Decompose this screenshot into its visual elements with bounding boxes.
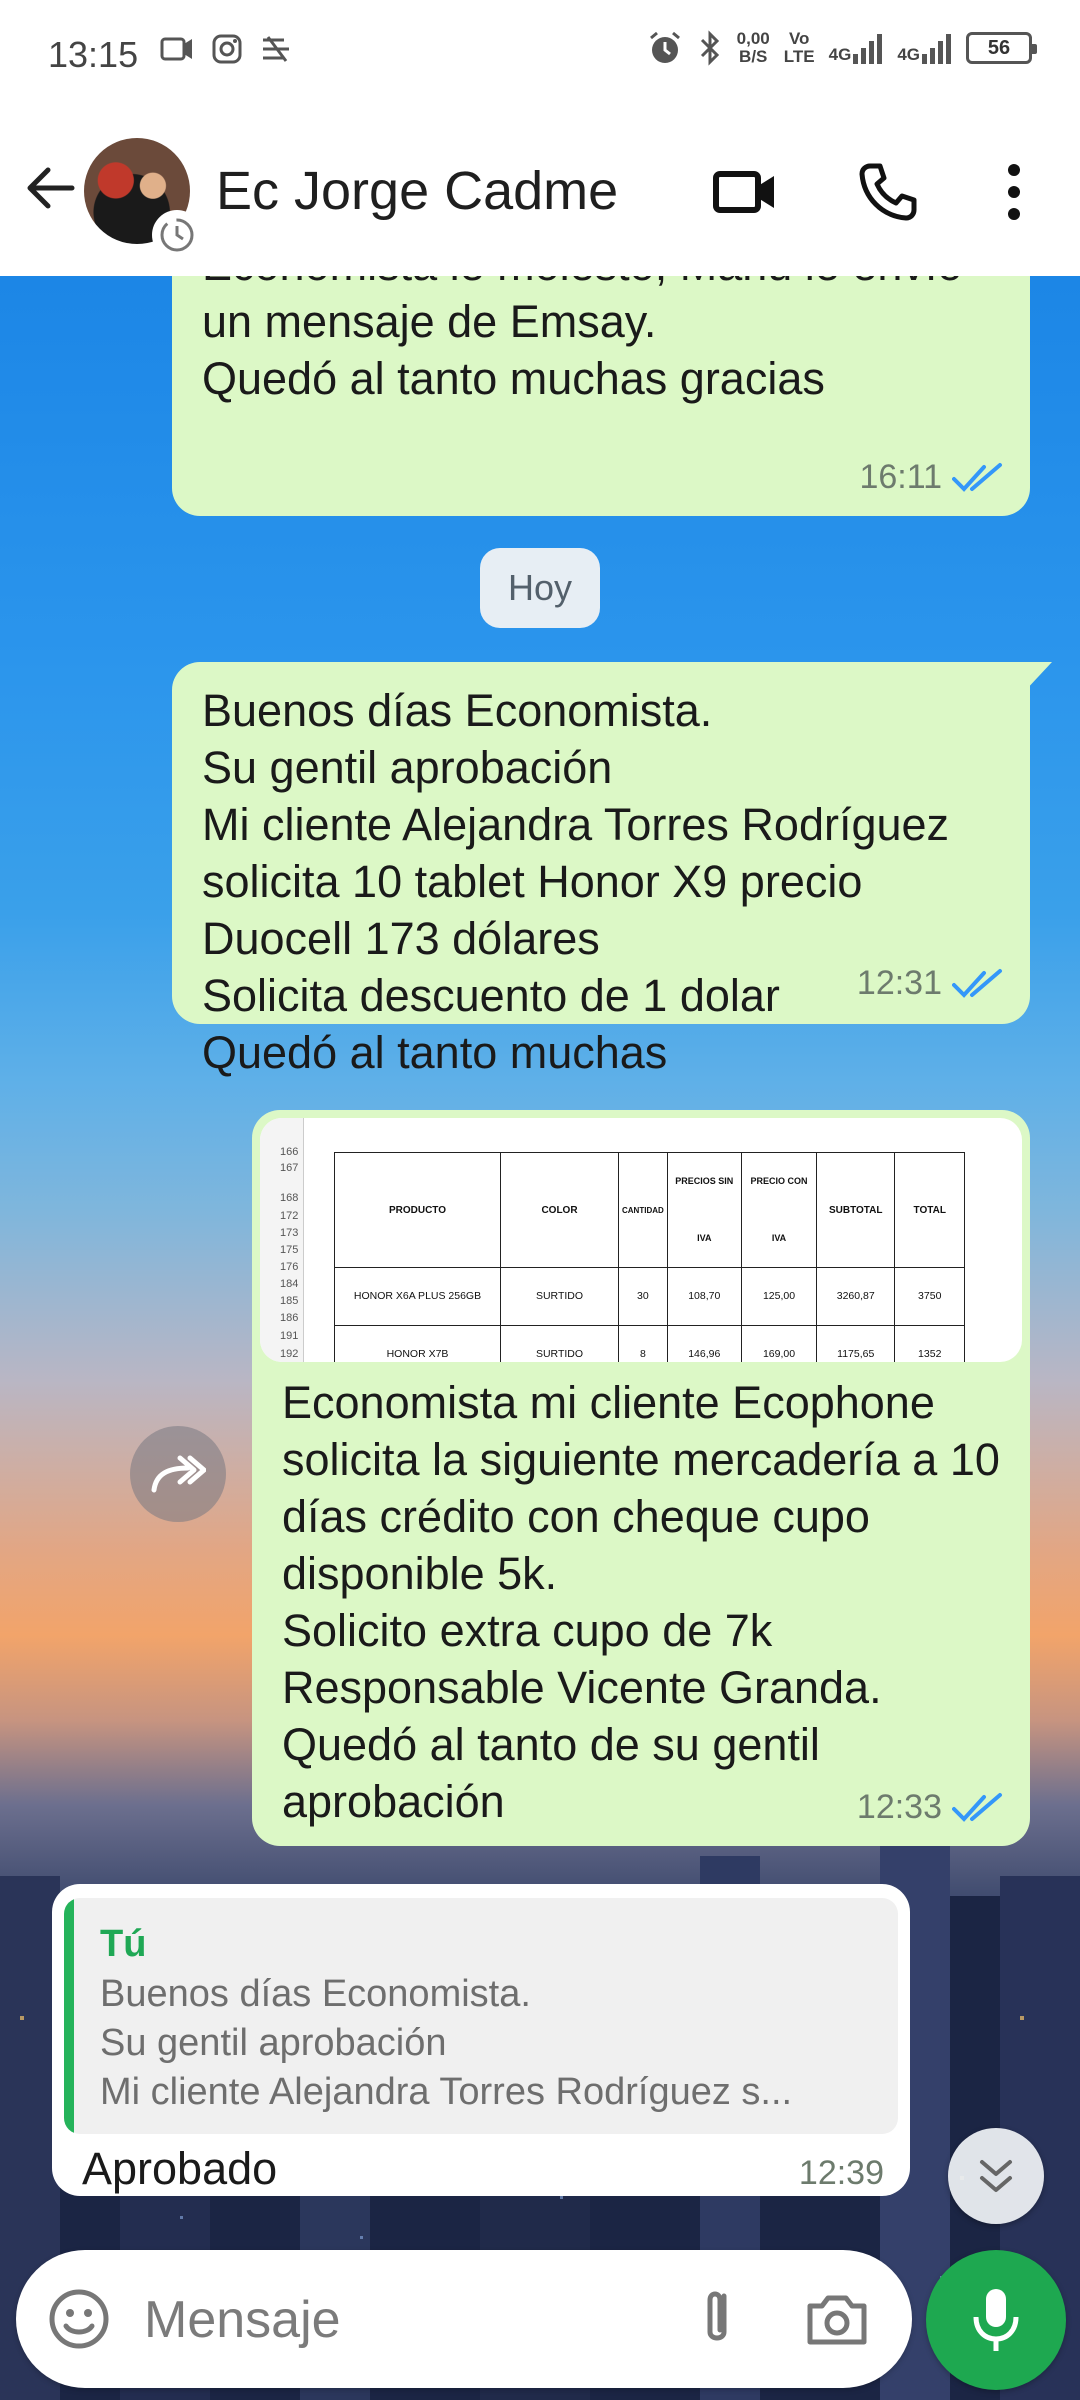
table-cell: 169,00 — [740, 1325, 818, 1362]
column-header: PRODUCTO — [334, 1152, 501, 1268]
battery-icon: 56 — [966, 32, 1037, 64]
notification-app-icon — [160, 37, 192, 61]
table-cell: 8 — [618, 1325, 668, 1362]
incoming-reply-message[interactable]: Tú Buenos días Economista. Su gentil apr… — [52, 1884, 910, 2196]
table-cell: 30 — [618, 1267, 668, 1326]
table-cell: 1175,65 — [816, 1325, 896, 1362]
signal-bars-icon — [853, 34, 883, 64]
quote-text: Buenos días Economista. Su gentil aproba… — [100, 1970, 792, 2117]
signal-1-label: 4G — [828, 45, 852, 64]
table-row: HONOR X6A PLUS 256GB SURTIDO 30 108,70 125,0… — [334, 1267, 966, 1326]
disappearing-timer-icon — [152, 210, 202, 260]
signal-bars-icon — [922, 34, 951, 64]
bluetooth-icon — [700, 30, 719, 66]
message-text: Economista le molestó, Manu le envío un … — [202, 276, 962, 404]
read-receipt-icon — [952, 462, 1002, 492]
table-cell: 146,96 — [666, 1325, 742, 1362]
microphone-icon — [973, 2289, 1019, 2351]
back-arrow-icon[interactable] — [22, 160, 78, 216]
message-meta: 12:31 — [857, 955, 1004, 1012]
table-cell: 3260,87 — [816, 1267, 896, 1326]
table-body: HONOR X6A PLUS 256GB SURTIDO 30 108,70 125,0… — [334, 1267, 966, 1362]
table-cell: HONOR X7B — [334, 1325, 501, 1362]
signal-2-label: 4G — [897, 45, 920, 64]
sync-off-icon — [263, 36, 289, 62]
table-cell: 3750 — [894, 1267, 966, 1326]
quoted-message[interactable]: Tú Buenos días Economista. Su gentil apr… — [64, 1898, 898, 2134]
spreadsheet-image[interactable]: 166 167 168 172 173 175 176 184 185 186 … — [260, 1118, 1022, 1362]
instagram-icon — [212, 34, 242, 64]
read-receipt-icon — [952, 968, 1002, 998]
message-meta: 12:33 — [857, 1779, 1004, 1836]
column-header: TOTAL — [894, 1152, 966, 1268]
outgoing-message[interactable]: Buenos días Economista. Su gentil aproba… — [172, 662, 1030, 1078]
column-header: PRECIOS SIN IVA — [666, 1152, 742, 1268]
signal-2: 4G — [897, 32, 952, 64]
emoji-icon[interactable] — [46, 2286, 112, 2352]
row-number: 192 — [280, 1348, 299, 1360]
table-header-row: PRODUCTO COLOR CANTIDAD PRECIOS SIN IVA … — [334, 1152, 966, 1268]
voice-call-icon[interactable] — [856, 160, 920, 224]
quote-line: Buenos días Economista. — [100, 1973, 531, 2015]
forward-button[interactable] — [130, 1426, 226, 1522]
quote-accent-bar — [64, 1898, 74, 2134]
status-bar: 13:15 0,00 B/S Vo LTE 4G 4G 56 — [0, 0, 1080, 110]
status-system-icons: 0,00 B/S Vo LTE 4G 4G 56 — [647, 30, 1037, 66]
column-header: CANTIDAD — [618, 1152, 668, 1268]
volte-indicator: Vo LTE — [784, 30, 815, 66]
column-header: SUBTOTAL — [816, 1152, 896, 1268]
message-time: 12:39 — [798, 2154, 884, 2192]
quote-line: Su gentil aprobación — [100, 2022, 447, 2064]
camera-icon[interactable] — [804, 2286, 870, 2352]
message-text: Aprobado — [82, 2143, 278, 2194]
quote-author: Tú — [100, 1923, 147, 1965]
network-speed-unit: B/S — [739, 47, 768, 66]
table-cell: SURTIDO — [500, 1267, 619, 1326]
volte-top: Vo — [788, 29, 810, 48]
table-cell: 1352 — [894, 1325, 966, 1362]
table-cell: HONOR X6A PLUS 256GB — [334, 1267, 501, 1326]
outgoing-image-message[interactable]: 166 167 168 172 173 175 176 184 185 186 … — [252, 1110, 1030, 1846]
table-row: HONOR X7B SURTIDO 8 146,96 169,00 1175,65 1352 — [334, 1325, 966, 1362]
message-input[interactable] — [144, 2290, 664, 2350]
spreadsheet: 166 167 168 172 173 175 176 184 185 186 … — [260, 1118, 1022, 1362]
network-speed: 0,00 B/S — [737, 30, 770, 66]
status-time: 13:15 — [48, 34, 139, 75]
voice-record-button[interactable] — [926, 2250, 1066, 2390]
battery-level: 56 — [987, 36, 1011, 59]
quote-line: Mi cliente Alejandra Torres Rodríguez s.… — [100, 2071, 793, 2113]
message-text: Economista mi cliente Ecophone solicita … — [282, 1377, 1000, 1827]
column-header: PRECIO CON IVA — [740, 1152, 818, 1268]
message-composer — [16, 2250, 912, 2388]
double-chevron-down-icon — [980, 2160, 1012, 2192]
row-numbers: 166 167 168 172 173 175 176 184 185 186 … — [260, 1118, 304, 1362]
chat-area[interactable]: Economista le molestó, Manu le envío un … — [0, 276, 1080, 2400]
attach-icon[interactable] — [680, 2282, 754, 2356]
network-speed-value: 0,00 — [736, 29, 770, 48]
order-table: PRODUCTO COLOR CANTIDAD PRECIOS SIN IVA … — [334, 1152, 966, 1362]
alarm-icon — [649, 31, 680, 63]
outgoing-message[interactable]: Economista le molestó, Manu le envío un … — [172, 276, 1030, 516]
message-text: Buenos días Economista. Su gentil aproba… — [202, 685, 950, 1078]
read-receipt-icon — [952, 1792, 1002, 1822]
forward-icon — [151, 1455, 206, 1493]
scroll-to-bottom-button[interactable] — [948, 2128, 1044, 2224]
signal-1: 4G — [829, 32, 884, 64]
message-time: 12:31 — [856, 964, 942, 1002]
table-cell: 108,70 — [666, 1267, 742, 1326]
more-options-icon[interactable] — [994, 160, 1034, 224]
status-notification-icons — [160, 34, 292, 64]
contact-name[interactable]: Ec Jorge Cadme — [216, 160, 618, 222]
video-call-icon[interactable] — [712, 162, 778, 222]
message-time: 16:11 — [859, 458, 942, 496]
message-meta: 16:11 — [859, 449, 1004, 506]
column-header: COLOR — [500, 1152, 619, 1268]
date-separator: Hoy — [480, 548, 600, 628]
table-cell: 125,00 — [740, 1267, 818, 1326]
table-cell: SURTIDO — [500, 1325, 619, 1362]
message-time: 12:33 — [856, 1788, 942, 1826]
message-meta: 12:39 — [799, 2145, 884, 2202]
chat-header: Ec Jorge Cadme — [0, 110, 1080, 276]
volte-bottom: LTE — [783, 47, 815, 66]
